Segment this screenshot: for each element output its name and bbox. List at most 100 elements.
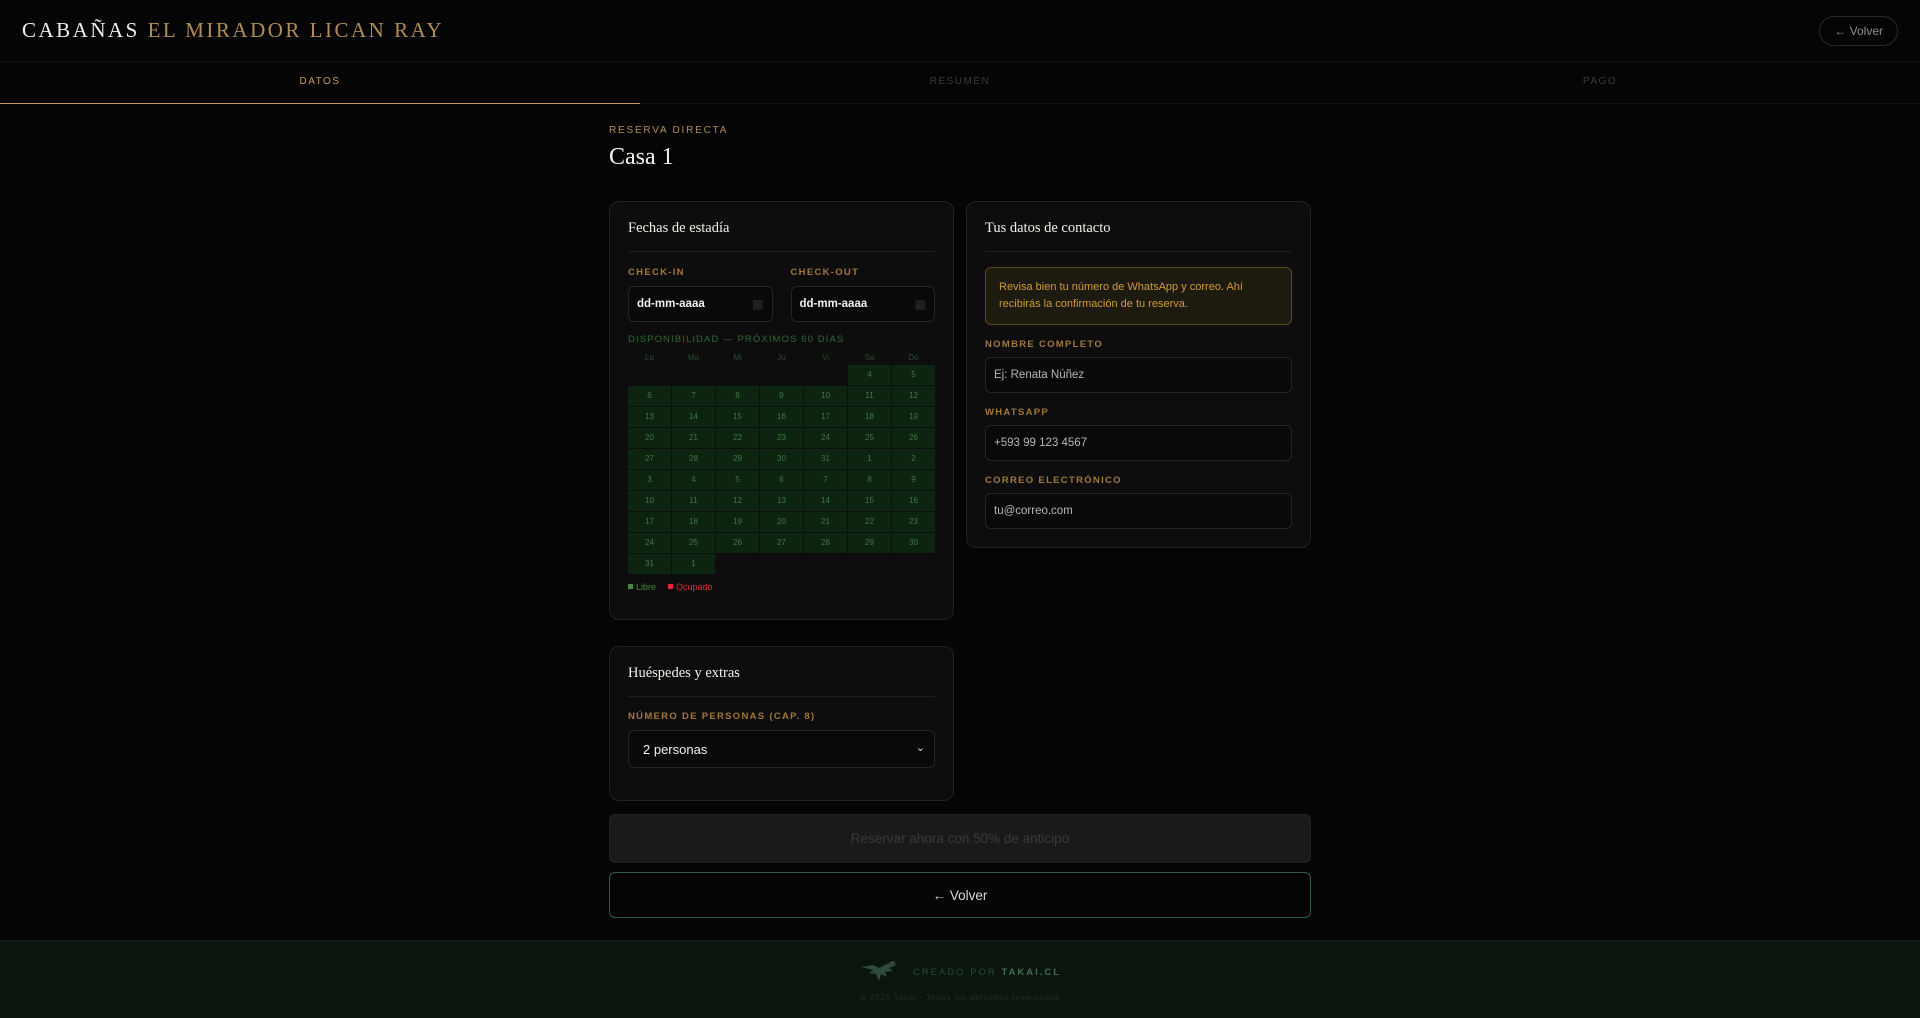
calendar-day[interactable]: 17: [804, 407, 847, 427]
calendar-day[interactable]: 30: [760, 449, 803, 469]
contact-notice: Revisa bien tu número de WhatsApp y corr…: [985, 267, 1292, 325]
calendar-day[interactable]: 16: [892, 491, 935, 511]
calendar-day[interactable]: 14: [672, 407, 715, 427]
footer: CREADO POR TAKAI.CL © 2025 Takai · Todos…: [0, 940, 1920, 1018]
page-eyebrow: RESERVA DIRECTA: [609, 125, 729, 136]
calendar-day[interactable]: 16: [760, 407, 803, 427]
calendar-day[interactable]: 4: [672, 470, 715, 490]
calendar-day[interactable]: 19: [716, 512, 759, 532]
legend-busy: Ocupado: [668, 582, 713, 592]
calendar-icon[interactable]: ▦: [915, 297, 926, 311]
calendar-icon[interactable]: ▦: [752, 297, 763, 311]
calendar-day[interactable]: 10: [628, 491, 671, 511]
calendar-day[interactable]: 29: [848, 533, 891, 553]
calendar-day[interactable]: 26: [892, 428, 935, 448]
calendar-day[interactable]: 18: [672, 512, 715, 532]
calendar-day[interactable]: 26: [716, 533, 759, 553]
credit-brand-link[interactable]: TAKAI.CL: [1001, 967, 1061, 978]
calendar-day[interactable]: 23: [892, 512, 935, 532]
back-button[interactable]: ← Volver: [609, 872, 1311, 918]
calendar-day[interactable]: 23: [760, 428, 803, 448]
calendar-day[interactable]: 30: [892, 533, 935, 553]
weekday-header: Lu: [645, 353, 654, 362]
calendar-day[interactable]: 3: [628, 470, 671, 490]
booking-form: RESERVA DIRECTA Casa 1 Fechas de estadía…: [609, 104, 1311, 918]
calendar-day[interactable]: 13: [760, 491, 803, 511]
calendar-day[interactable]: 20: [760, 512, 803, 532]
progress-steps: DATOS RESUMEN PAGO: [0, 62, 1920, 104]
calendar-day[interactable]: 22: [848, 512, 891, 532]
calendar-day[interactable]: 7: [672, 386, 715, 406]
footer-credit: CREADO POR TAKAI.CL: [913, 967, 1061, 978]
calendar-day[interactable]: 21: [804, 512, 847, 532]
calendar-day[interactable]: 24: [628, 533, 671, 553]
calendar-day[interactable]: 20: [628, 428, 671, 448]
calendar-day[interactable]: 9: [760, 386, 803, 406]
calendar-day[interactable]: 2: [892, 449, 935, 469]
calendar-day[interactable]: 25: [848, 428, 891, 448]
calendar-day[interactable]: 4: [848, 365, 891, 385]
busy-swatch-icon: [668, 584, 674, 589]
calendar-blank: [716, 365, 759, 385]
calendar-day[interactable]: 13: [628, 407, 671, 427]
weekday-header: Sa: [864, 353, 875, 362]
step-resumen[interactable]: RESUMEN: [640, 62, 1280, 103]
calendar-day[interactable]: 8: [848, 470, 891, 490]
availability-label: DISPONIBILIDAD — PRÓXIMOS 60 DÍAS: [628, 334, 845, 345]
calendar-day[interactable]: 8: [716, 386, 759, 406]
calendar-day[interactable]: 15: [716, 407, 759, 427]
calendar-day[interactable]: 10: [804, 386, 847, 406]
calendar-day[interactable]: 9: [892, 470, 935, 490]
calendar-day[interactable]: 24: [804, 428, 847, 448]
calendar-blank: [804, 365, 847, 385]
brand-logo[interactable]: CABAÑAS EL MIRADOR LICAN RAY: [22, 18, 444, 43]
calendar-day[interactable]: 27: [760, 533, 803, 553]
calendar-day[interactable]: 11: [848, 386, 891, 406]
reserve-button[interactable]: Reservar ahora con 50% de anticipo: [609, 814, 1311, 863]
calendar-day[interactable]: 31: [804, 449, 847, 469]
checkout-value: dd-mm-aaaa: [799, 298, 868, 310]
calendar-day[interactable]: 5: [716, 470, 759, 490]
whatsapp-input[interactable]: +593 99 123 4567: [985, 425, 1292, 461]
calendar-day[interactable]: 5: [892, 365, 935, 385]
calendar-day[interactable]: 1: [848, 449, 891, 469]
calendar-day[interactable]: 17: [628, 512, 671, 532]
checkin-input[interactable]: dd-mm-aaaa ▦: [628, 286, 773, 322]
step-datos[interactable]: DATOS: [0, 62, 640, 104]
calendar-day[interactable]: 1: [672, 554, 715, 574]
calendar-day[interactable]: 7: [804, 470, 847, 490]
weekday-header: Ju: [777, 353, 786, 362]
brand-name-secondary: EL MIRADOR LICAN RAY: [147, 18, 444, 42]
calendar-day[interactable]: 27: [628, 449, 671, 469]
people-select[interactable]: 2 personas: [628, 730, 935, 768]
email-input[interactable]: tu@correo.com: [985, 493, 1292, 529]
calendar-day[interactable]: 11: [672, 491, 715, 511]
calendar-day[interactable]: 12: [716, 491, 759, 511]
header-back-button[interactable]: ← Volver: [1819, 15, 1898, 46]
checkin-label: CHECK-IN: [628, 267, 685, 278]
calendar-day[interactable]: 21: [672, 428, 715, 448]
calendar-day[interactable]: 28: [804, 533, 847, 553]
name-label: NOMBRE COMPLETO: [985, 339, 1104, 350]
calendar-day[interactable]: 6: [628, 386, 671, 406]
checkout-input[interactable]: dd-mm-aaaa ▦: [790, 286, 935, 322]
calendar-blank: [628, 365, 671, 385]
stay-dates-card: Fechas de estadía CHECK-IN dd-mm-aaaa ▦ …: [609, 201, 954, 620]
calendar-day[interactable]: 29: [716, 449, 759, 469]
calendar-day[interactable]: 28: [672, 449, 715, 469]
calendar-blank: [672, 365, 715, 385]
name-input[interactable]: Ej: Renata Núñez: [985, 357, 1292, 393]
calendar-day[interactable]: 25: [672, 533, 715, 553]
calendar-day[interactable]: 14: [804, 491, 847, 511]
calendar-day[interactable]: 12: [892, 386, 935, 406]
calendar-day[interactable]: 18: [848, 407, 891, 427]
step-pago[interactable]: PAGO: [1280, 62, 1920, 103]
guests-title: Huéspedes y extras: [628, 665, 935, 697]
stay-dates-title: Fechas de estadía: [628, 220, 935, 252]
calendar-day[interactable]: 19: [892, 407, 935, 427]
calendar-day[interactable]: 31: [628, 554, 671, 574]
calendar-day[interactable]: 22: [716, 428, 759, 448]
calendar-day[interactable]: 15: [848, 491, 891, 511]
calendar-day[interactable]: 6: [760, 470, 803, 490]
contact-card: Tus datos de contacto Revisa bien tu núm…: [966, 201, 1311, 548]
